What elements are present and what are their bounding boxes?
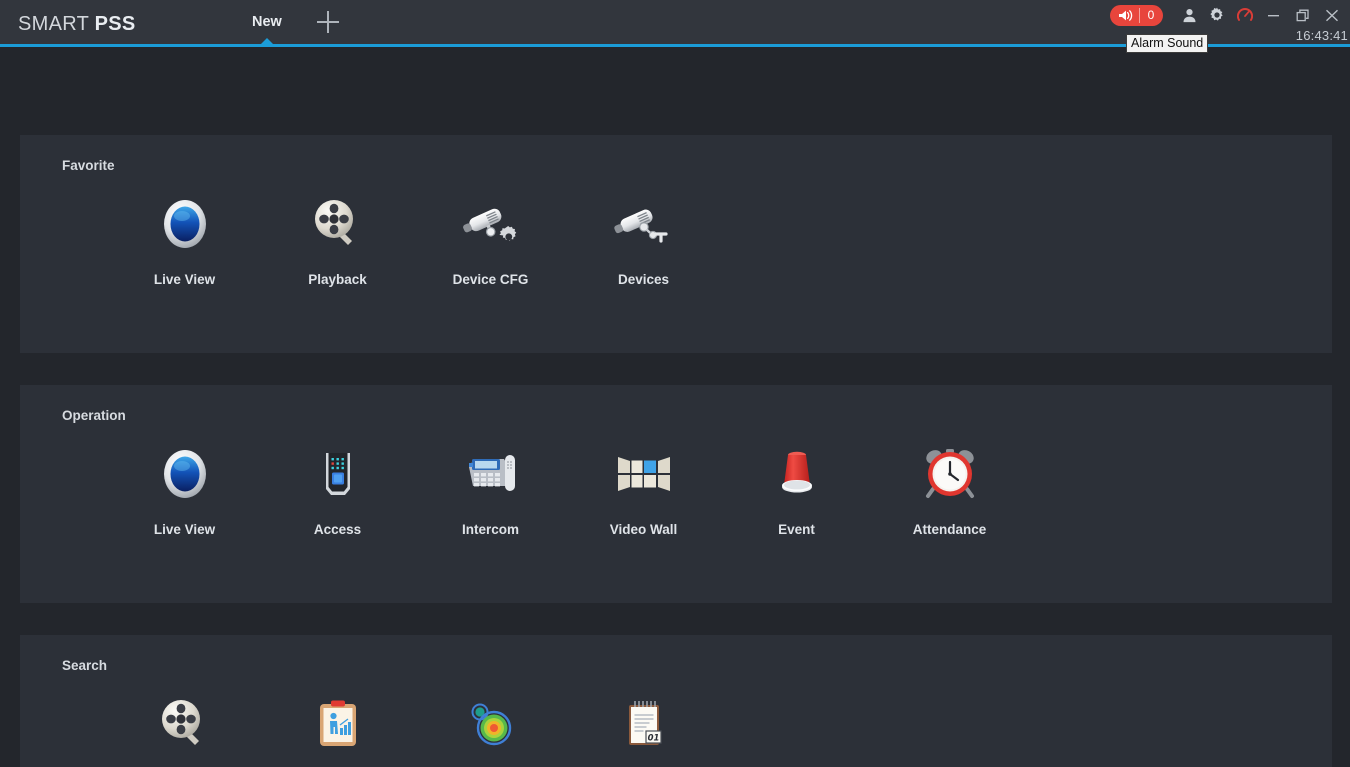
app-logo-smart: SMART [18, 13, 95, 35]
tile-label: Live View [154, 272, 215, 287]
tile-people-counting[interactable]: People Counting [261, 691, 414, 767]
live-view-icon [152, 441, 218, 507]
section-title-favorite: Favorite [62, 158, 115, 173]
fingerprint-reader-icon [305, 441, 371, 507]
tile-grid-favorite: Live View [108, 191, 720, 287]
tile-label: Access [314, 522, 361, 537]
tab-new[interactable]: New [230, 0, 304, 44]
tile-label: Devices [618, 272, 669, 287]
section-favorite: Favorite [20, 135, 1332, 353]
tile-label: Intercom [462, 522, 519, 537]
playback-reel-icon [152, 691, 218, 757]
add-tab-button[interactable] [304, 0, 352, 44]
alarm-count: 0 [1147, 8, 1161, 22]
camera-gear-icon [458, 191, 524, 257]
tile-devices[interactable]: Devices [567, 191, 720, 287]
minimize-button[interactable] [1259, 1, 1288, 29]
close-button[interactable] [1317, 1, 1346, 29]
svg-text:01: 01 [647, 733, 659, 743]
user-icon[interactable] [1175, 1, 1203, 29]
title-bar: SMART PSS New 0 [0, 0, 1350, 47]
tile-event[interactable]: Event [720, 441, 873, 537]
alarm-sound-button[interactable]: 0 [1110, 5, 1163, 26]
app-logo-pss: PSS [95, 13, 136, 35]
tile-video-wall[interactable]: Video Wall [567, 441, 720, 537]
tile-live-view-favorite[interactable]: Live View [108, 191, 261, 287]
restore-button[interactable] [1288, 1, 1317, 29]
section-search: Search Playback [20, 635, 1332, 767]
tile-label: Event [778, 522, 815, 537]
gauge-icon[interactable] [1231, 1, 1259, 29]
clipboard-chart-icon [305, 691, 371, 757]
tile-grid-operation: Live View [108, 441, 1026, 537]
heat-map-icon [458, 691, 524, 757]
tile-label: Live View [154, 522, 215, 537]
tile-playback-favorite[interactable]: Playback [261, 191, 414, 287]
tile-intercom[interactable]: Intercom [414, 441, 567, 537]
tile-device-cfg[interactable]: Device CFG [414, 191, 567, 287]
titlebar-right-controls: 0 [1110, 0, 1350, 30]
tab-new-label: New [252, 14, 282, 30]
alarm-beacon-icon [764, 441, 830, 507]
live-view-icon [152, 191, 218, 257]
app-logo: SMART PSS [18, 13, 136, 36]
tile-attendance[interactable]: Attendance [873, 441, 1026, 537]
camera-network-icon [611, 191, 677, 257]
section-title-operation: Operation [62, 408, 126, 423]
tile-label: Video Wall [610, 522, 678, 537]
tab-strip: New [230, 0, 352, 44]
alarm-sound-tooltip: Alarm Sound [1126, 34, 1208, 53]
tile-label: Attendance [913, 522, 987, 537]
gear-icon[interactable] [1203, 1, 1231, 29]
section-title-search: Search [62, 658, 107, 673]
playback-reel-icon [305, 191, 371, 257]
plus-icon [317, 11, 339, 33]
tab-active-caret-icon [260, 38, 274, 45]
tile-log[interactable]: 01 Log [567, 691, 720, 767]
notepad-icon: 01 [611, 691, 677, 757]
tile-access[interactable]: Access [261, 441, 414, 537]
tile-playback-search[interactable]: Playback [108, 691, 261, 767]
content-area: Favorite [0, 47, 1350, 767]
tile-heat-map[interactable]: Heat Map [414, 691, 567, 767]
tile-label: Playback [308, 272, 367, 287]
alarm-divider [1139, 8, 1140, 23]
video-wall-icon [611, 441, 677, 507]
speaker-icon [1118, 9, 1133, 22]
section-operation: Operation Live View [20, 385, 1332, 603]
clock: 16:43:41 [1296, 28, 1348, 43]
tile-grid-search: Playback People Co [108, 691, 720, 767]
alarm-clock-icon [917, 441, 983, 507]
telephone-icon [458, 441, 524, 507]
tile-label: Device CFG [453, 272, 529, 287]
tile-live-view-operation[interactable]: Live View [108, 441, 261, 537]
